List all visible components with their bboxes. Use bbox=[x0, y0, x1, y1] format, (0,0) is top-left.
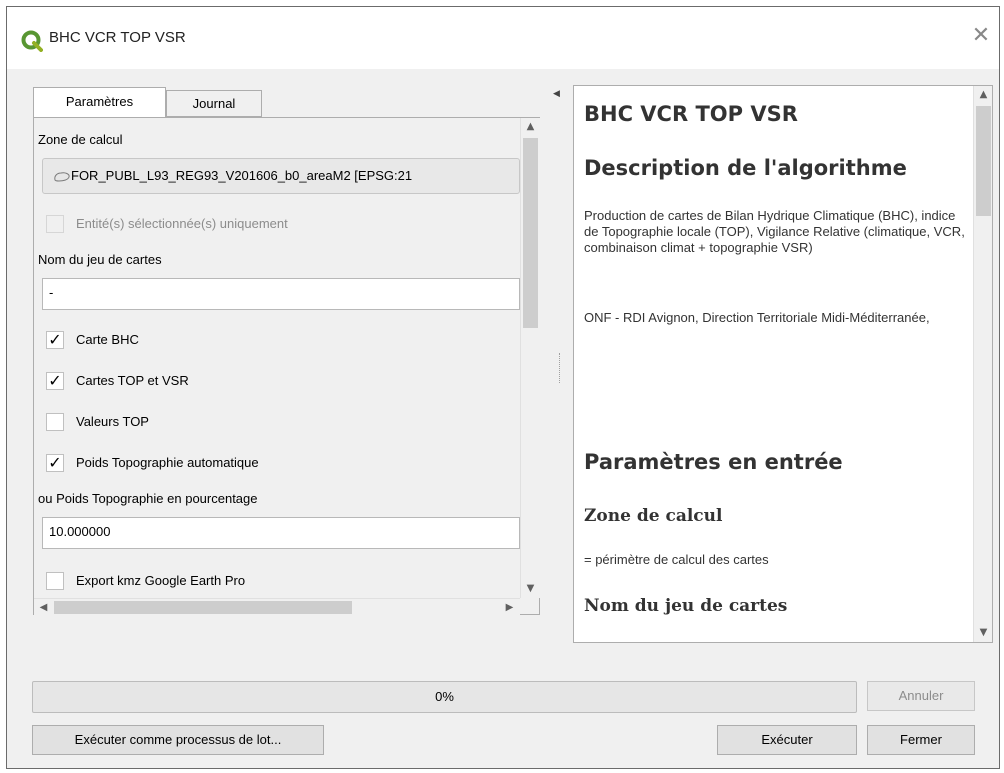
valeurs-top-checkbox[interactable] bbox=[46, 413, 64, 431]
help-description-heading: Description de l'algorithme bbox=[584, 156, 907, 180]
tab-label: Paramètres bbox=[65, 94, 134, 109]
close-button[interactable]: Fermer bbox=[867, 725, 975, 755]
scroll-up-icon[interactable]: ▲ bbox=[974, 86, 992, 104]
poids-pct-label: ou Poids Topographie en pourcentage bbox=[38, 491, 258, 506]
help-panel: BHC VCR TOP VSR Description de l'algorit… bbox=[573, 85, 993, 643]
scroll-thumb[interactable] bbox=[523, 138, 538, 328]
poids-pct-value: 10.000000 bbox=[49, 524, 111, 539]
close-icon[interactable]: ✕ bbox=[969, 23, 993, 49]
tab-parametres[interactable]: Paramètres bbox=[33, 87, 166, 118]
help-zone-description: = périmètre de calcul des cartes bbox=[584, 552, 769, 567]
scroll-down-icon[interactable]: ▼ bbox=[521, 580, 540, 598]
map-set-value: - bbox=[49, 285, 54, 300]
cartes-top-vsr-label: Cartes TOP et VSR bbox=[76, 373, 189, 388]
help-author-text: ONF - RDI Avignon, Direction Territorial… bbox=[584, 310, 930, 325]
valeurs-top-label: Valeurs TOP bbox=[76, 414, 149, 429]
qgis-logo-icon bbox=[21, 30, 43, 52]
parameters-panel: Zone de calcul FOR_PUBL_L93_REG93_V20160… bbox=[33, 117, 540, 616]
progress-bar: 0% bbox=[32, 681, 857, 713]
export-kmz-label: Export kmz Google Earth Pro bbox=[76, 573, 246, 588]
help-params-heading: Paramètres en entrée bbox=[584, 450, 843, 474]
scroll-up-icon[interactable]: ▲ bbox=[521, 118, 540, 136]
scroll-right-icon[interactable]: ▶ bbox=[500, 599, 519, 616]
batch-process-button[interactable]: Exécuter comme processus de lot... bbox=[32, 725, 324, 755]
cartes-top-vsr-checkbox[interactable]: ✓ bbox=[46, 372, 64, 390]
run-button[interactable]: Exécuter bbox=[717, 725, 857, 755]
title-bar: BHC VCR TOP VSR ✕ bbox=[7, 7, 999, 69]
zone-combobox[interactable]: FOR_PUBL_L93_REG93_V201606_b0_areaM2 [EP… bbox=[42, 158, 520, 194]
window-title: BHC VCR TOP VSR bbox=[49, 29, 186, 46]
help-map-set-heading: Nom du jeu de cartes bbox=[584, 596, 788, 616]
zone-label: Zone de calcul bbox=[38, 132, 123, 147]
carte-bhc-label: Carte BHC bbox=[76, 332, 139, 347]
map-set-input[interactable]: - bbox=[42, 278, 520, 310]
selected-only-checkbox[interactable] bbox=[46, 215, 64, 233]
help-vertical-scrollbar[interactable]: ▲ ▼ bbox=[973, 86, 992, 642]
scroll-thumb[interactable] bbox=[976, 106, 991, 216]
export-kmz-checkbox[interactable] bbox=[46, 572, 64, 590]
zone-value: FOR_PUBL_L93_REG93_V201606_b0_areaM2 [EP… bbox=[71, 168, 413, 183]
scroll-left-icon[interactable]: ◀ bbox=[34, 599, 53, 616]
dialog-window: BHC VCR TOP VSR ✕ Paramètres Journal Zon… bbox=[6, 6, 1000, 769]
map-set-label: Nom du jeu de cartes bbox=[38, 252, 162, 267]
poids-auto-checkbox[interactable]: ✓ bbox=[46, 454, 64, 472]
parameters-vertical-scrollbar[interactable]: ▲ ▼ bbox=[520, 118, 540, 598]
help-zone-heading: Zone de calcul bbox=[584, 506, 723, 526]
help-title: BHC VCR TOP VSR bbox=[584, 102, 798, 126]
splitter-handle[interactable] bbox=[559, 353, 562, 383]
tab-label: Journal bbox=[192, 96, 236, 111]
scroll-down-icon[interactable]: ▼ bbox=[974, 624, 992, 642]
carte-bhc-checkbox[interactable]: ✓ bbox=[46, 331, 64, 349]
polygon-layer-icon bbox=[54, 172, 70, 182]
progress-label: 0% bbox=[435, 689, 454, 704]
parameters-horizontal-scrollbar[interactable]: ◀ ▶ bbox=[34, 598, 520, 616]
tab-journal[interactable]: Journal bbox=[166, 90, 262, 117]
scroll-thumb[interactable] bbox=[54, 601, 352, 614]
cancel-button[interactable]: Annuler bbox=[867, 681, 975, 711]
poids-auto-label: Poids Topographie automatique bbox=[76, 455, 259, 470]
selected-only-label: Entité(s) sélectionnée(s) uniquement bbox=[76, 216, 288, 231]
poids-pct-input[interactable]: 10.000000 bbox=[42, 517, 520, 549]
help-description-text: Production de cartes de Bilan Hydrique C… bbox=[584, 208, 965, 255]
collapse-panel-icon[interactable]: ◀ bbox=[553, 89, 560, 99]
